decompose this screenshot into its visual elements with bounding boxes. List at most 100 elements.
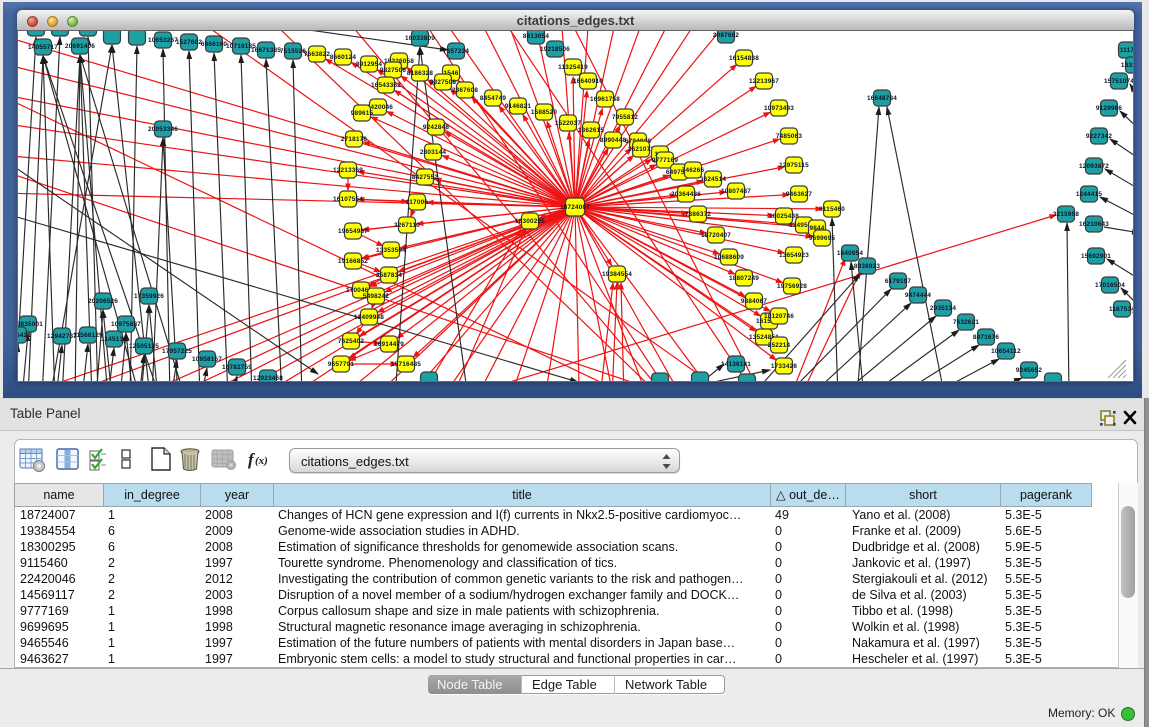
svg-text:12213967: 12213967 <box>749 78 779 85</box>
svg-text:16107554: 16107554 <box>333 196 363 203</box>
svg-text:16961758: 16961758 <box>590 96 620 103</box>
svg-text:8471676: 8471676 <box>973 334 1000 341</box>
svg-text:2718176: 2718176 <box>341 136 368 143</box>
svg-text:3624514: 3624514 <box>700 176 727 183</box>
svg-text:19756928: 19756928 <box>777 283 807 290</box>
svg-text:20053346: 20053346 <box>148 126 178 133</box>
svg-text:12505135: 12505135 <box>129 343 159 350</box>
svg-text:14136141: 14136141 <box>721 361 751 368</box>
svg-text:18300295: 18300295 <box>515 218 545 225</box>
svg-text:3912954: 3912954 <box>356 61 383 68</box>
svg-text:5498242: 5498242 <box>363 293 390 300</box>
svg-text:1733426: 1733426 <box>771 363 798 370</box>
svg-text:6966160: 6966160 <box>201 41 228 48</box>
svg-text:12213369: 12213369 <box>333 167 363 174</box>
svg-text:9657791: 9657791 <box>328 361 355 368</box>
svg-text:10973493: 10973493 <box>764 105 794 112</box>
svg-text:3215958: 3215958 <box>1053 211 1080 218</box>
svg-text:9146821: 9146821 <box>505 103 532 110</box>
svg-text:19384554: 19384554 <box>602 271 632 278</box>
svg-text:7955812: 7955812 <box>612 114 639 121</box>
svg-text:9463627: 9463627 <box>786 191 813 198</box>
svg-text:17359926: 17359926 <box>134 293 164 300</box>
svg-text:19218506: 19218506 <box>540 46 570 53</box>
svg-text:7515526: 7515526 <box>280 48 307 55</box>
svg-text:16671385: 16671385 <box>251 47 281 54</box>
svg-text:8186328: 8186328 <box>407 70 434 77</box>
svg-text:1522037: 1522037 <box>555 120 582 127</box>
svg-text:16154838: 16154838 <box>729 55 759 62</box>
svg-text:7663822: 7663822 <box>304 51 331 58</box>
svg-text:18724007: 18724007 <box>560 204 590 211</box>
svg-text:1332541: 1332541 <box>1121 62 1133 69</box>
svg-text:10688609: 10688609 <box>714 254 744 261</box>
svg-text:9777169: 9777169 <box>652 157 679 164</box>
svg-text:16640910: 16640910 <box>573 78 603 85</box>
svg-text:12409948: 12409948 <box>354 314 384 321</box>
svg-text:8427552: 8427552 <box>412 174 439 181</box>
svg-text:10025438: 10025438 <box>769 213 799 220</box>
svg-text:16210643: 16210643 <box>1079 221 1109 228</box>
svg-text:9245652: 9245652 <box>1016 367 1043 374</box>
svg-text:18120746: 18120746 <box>764 313 794 320</box>
svg-text:7485063: 7485063 <box>776 133 803 140</box>
svg-text:2935134: 2935134 <box>930 305 957 312</box>
svg-text:19654987: 19654987 <box>338 228 368 235</box>
svg-text:15751074: 15751074 <box>1104 78 1133 85</box>
svg-text:9915421: 9915421 <box>18 332 31 339</box>
svg-text:15716485: 15716485 <box>391 361 421 368</box>
svg-text:7625402: 7625402 <box>338 338 365 345</box>
svg-text:9242848: 9242848 <box>423 124 450 131</box>
svg-text:10807487: 10807487 <box>721 188 751 195</box>
svg-text:16543362: 16543362 <box>371 82 401 89</box>
svg-text:1588520: 1588520 <box>531 109 558 116</box>
svg-text:8990448: 8990448 <box>600 137 627 144</box>
svg-text:11325419: 11325419 <box>558 64 588 71</box>
svg-text:7357224: 7357224 <box>443 48 470 55</box>
svg-text:18807249: 18807249 <box>729 275 759 282</box>
svg-text:989615: 989615 <box>351 110 374 117</box>
svg-text:1167534: 1167534 <box>1109 306 1133 313</box>
svg-text:15720407: 15720407 <box>701 232 731 239</box>
svg-text:1527602: 1527602 <box>176 39 203 46</box>
svg-text:8660124: 8660124 <box>330 54 357 61</box>
svg-text:1244415: 1244415 <box>1076 191 1103 198</box>
svg-text:19166852: 19166852 <box>338 258 368 265</box>
svg-text:10653267: 10653267 <box>148 37 178 44</box>
svg-text:16648784: 16648784 <box>867 95 897 102</box>
svg-text:20364436: 20364436 <box>671 191 701 198</box>
svg-text:6179197: 6179197 <box>885 278 912 285</box>
svg-text:9327508: 9327508 <box>430 79 457 86</box>
svg-text:20691406: 20691406 <box>65 43 95 50</box>
svg-text:2367608: 2367608 <box>452 87 479 94</box>
svg-text:252214: 252214 <box>768 342 791 349</box>
svg-text:12975115: 12975115 <box>779 162 809 169</box>
svg-text:16782759: 16782759 <box>222 364 252 371</box>
svg-text:17016504: 17016504 <box>1095 282 1125 289</box>
svg-text:2803144: 2803144 <box>420 149 447 156</box>
svg-text:7632621: 7632621 <box>953 319 980 326</box>
svg-text:9115460: 9115460 <box>819 206 845 213</box>
svg-text:17957225: 17957225 <box>162 348 192 355</box>
svg-text:2087662: 2087662 <box>713 32 740 39</box>
svg-text:1640954: 1640954 <box>837 250 864 257</box>
svg-text:13654923: 13654923 <box>779 252 809 259</box>
svg-text:746266: 746266 <box>682 167 705 174</box>
svg-text:13353594: 13353594 <box>376 247 406 254</box>
svg-text:16033809: 16033809 <box>405 35 435 42</box>
svg-text:16914479: 16914479 <box>374 341 404 348</box>
svg-text:10958167: 10958167 <box>192 356 222 363</box>
svg-text:8813054: 8813054 <box>523 33 550 40</box>
svg-text:9827506: 9827506 <box>380 67 407 74</box>
svg-text:1117: 1117 <box>1120 47 1133 54</box>
svg-text:1621072: 1621072 <box>628 146 655 153</box>
svg-text:1145134: 1145134 <box>101 336 127 343</box>
svg-text:(x): (x) <box>255 455 268 467</box>
svg-text:10654112: 10654112 <box>991 348 1021 355</box>
svg-text:9227342: 9227342 <box>1086 133 1113 140</box>
svg-text:9129966: 9129966 <box>1096 105 1123 112</box>
svg-text:14055717: 14055717 <box>28 44 58 51</box>
svg-text:3267110: 3267110 <box>394 222 420 229</box>
svg-text:8938923: 8938923 <box>854 263 881 270</box>
svg-text:3587834: 3587834 <box>376 272 403 279</box>
